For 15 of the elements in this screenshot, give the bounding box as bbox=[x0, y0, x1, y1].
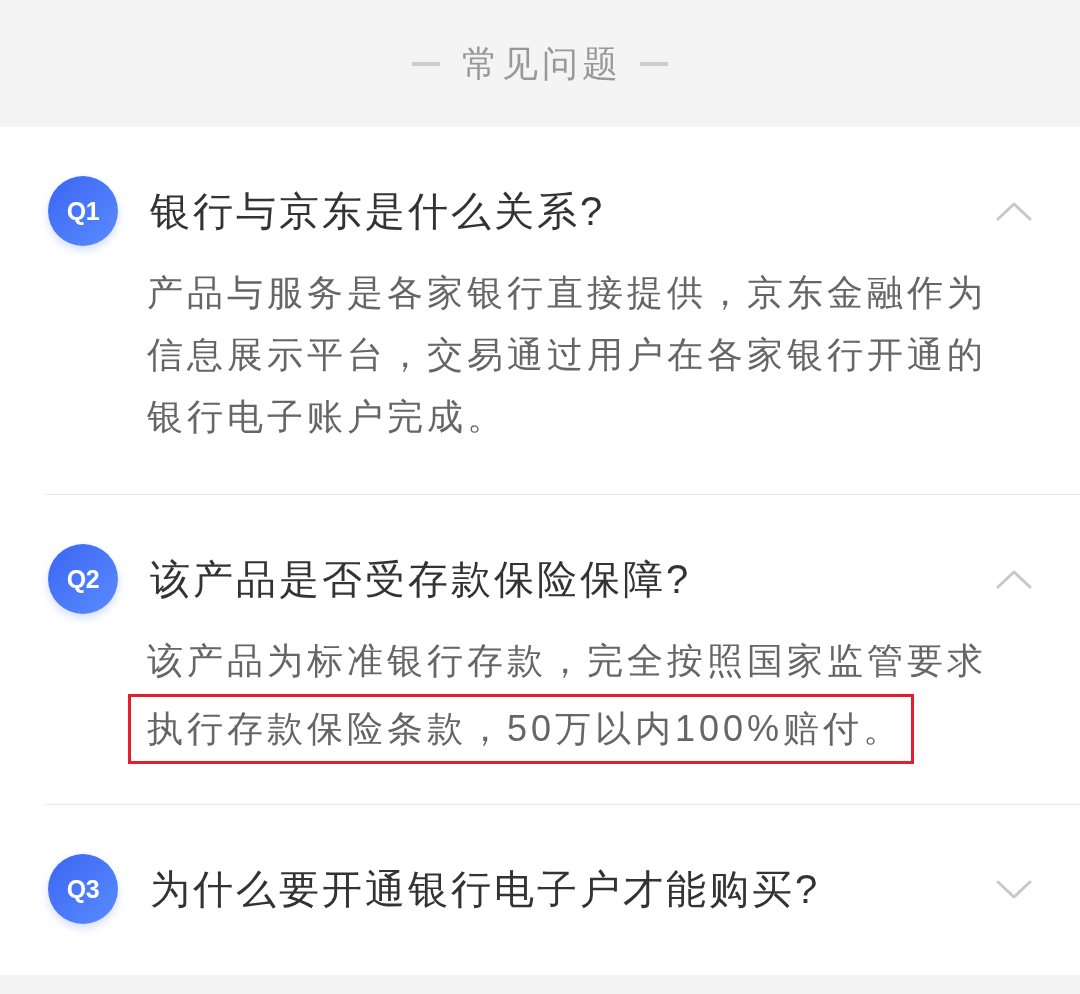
dash-icon bbox=[412, 61, 440, 66]
question-badge: Q3 bbox=[48, 854, 118, 924]
question-text: 银行与京东是什么关系? bbox=[150, 188, 607, 235]
question-badge: Q2 bbox=[48, 544, 118, 614]
answer-text: 产品与服务是各家银行直接提供，京东金融作为信息展示平台，交易通过用户在各家银行开通的银行电子账户完成。 bbox=[147, 272, 987, 437]
answer-text: 该产品为标准银行存款，完全按照国家监管要求 bbox=[147, 640, 987, 681]
section-title: 常见问题 bbox=[461, 41, 622, 86]
chevron-up-icon[interactable] bbox=[996, 200, 1032, 222]
question-text: 该产品是否受存款保险保障? bbox=[150, 556, 693, 603]
question-text: 为什么要开通银行电子户才能购买? bbox=[150, 866, 822, 913]
chevron-down-icon[interactable] bbox=[996, 878, 1032, 900]
answer-text: 执行存款保险条款，50万以内100%赔付。 bbox=[147, 707, 904, 751]
chevron-up-icon[interactable] bbox=[996, 568, 1032, 590]
question-badge: Q1 bbox=[48, 176, 118, 246]
dash-icon bbox=[640, 61, 668, 66]
